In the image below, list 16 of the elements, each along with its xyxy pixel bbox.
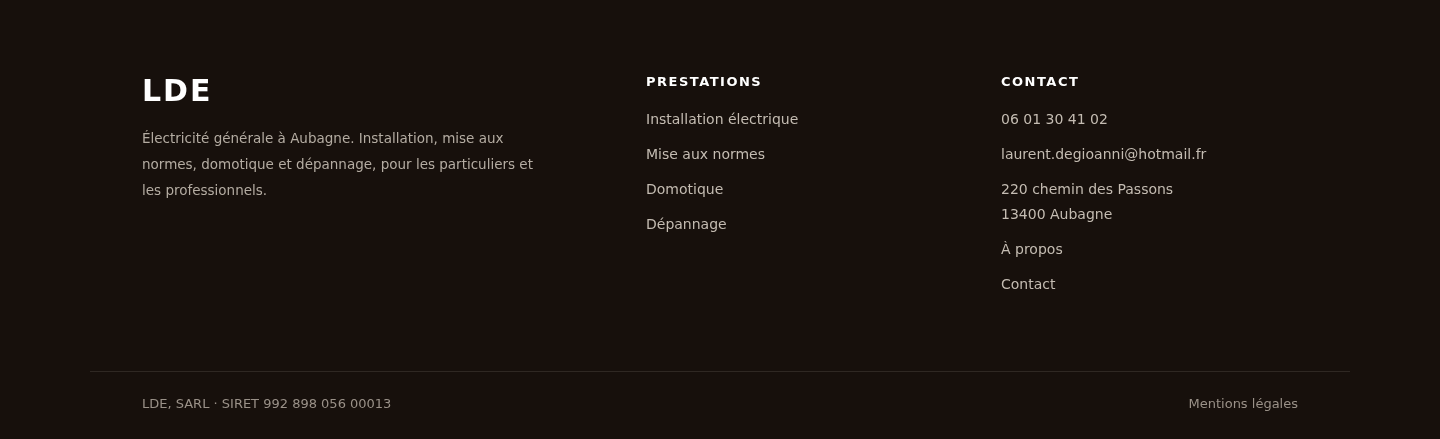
legal-text: LDE, SARL · SIRET 992 898 056 00013 (142, 396, 392, 411)
legal-notice-link[interactable]: Mentions légales (1188, 396, 1298, 411)
footer-link[interactable]: Mise aux normes (646, 142, 765, 167)
footer-link[interactable]: Dépannage (646, 212, 727, 237)
footer-link[interactable]: Contact (1001, 272, 1056, 297)
footer-link[interactable]: Domotique (646, 177, 724, 202)
logo[interactable]: LDE (142, 73, 646, 109)
address-line: 13400 Aubagne (1001, 205, 1114, 224)
company-description: Électricité générale à Aubagne. Installation, mise aux normes, domotique et dépannage, pour les particuliers et les professionnels. (142, 129, 534, 200)
column-heading: CONTACT (1001, 73, 1081, 91)
address-line: 220 chemin des Passons (1001, 180, 1175, 199)
column-heading: PRESTATIONS (646, 73, 764, 91)
footer-link[interactable]: À propos (1001, 237, 1063, 262)
footer-link[interactable]: laurent.degioanni@hotmail.fr (1001, 142, 1207, 167)
footer-link[interactable]: Installation électrique (646, 107, 799, 132)
footer-link[interactable]: 06 01 30 41 02 (1001, 107, 1108, 132)
